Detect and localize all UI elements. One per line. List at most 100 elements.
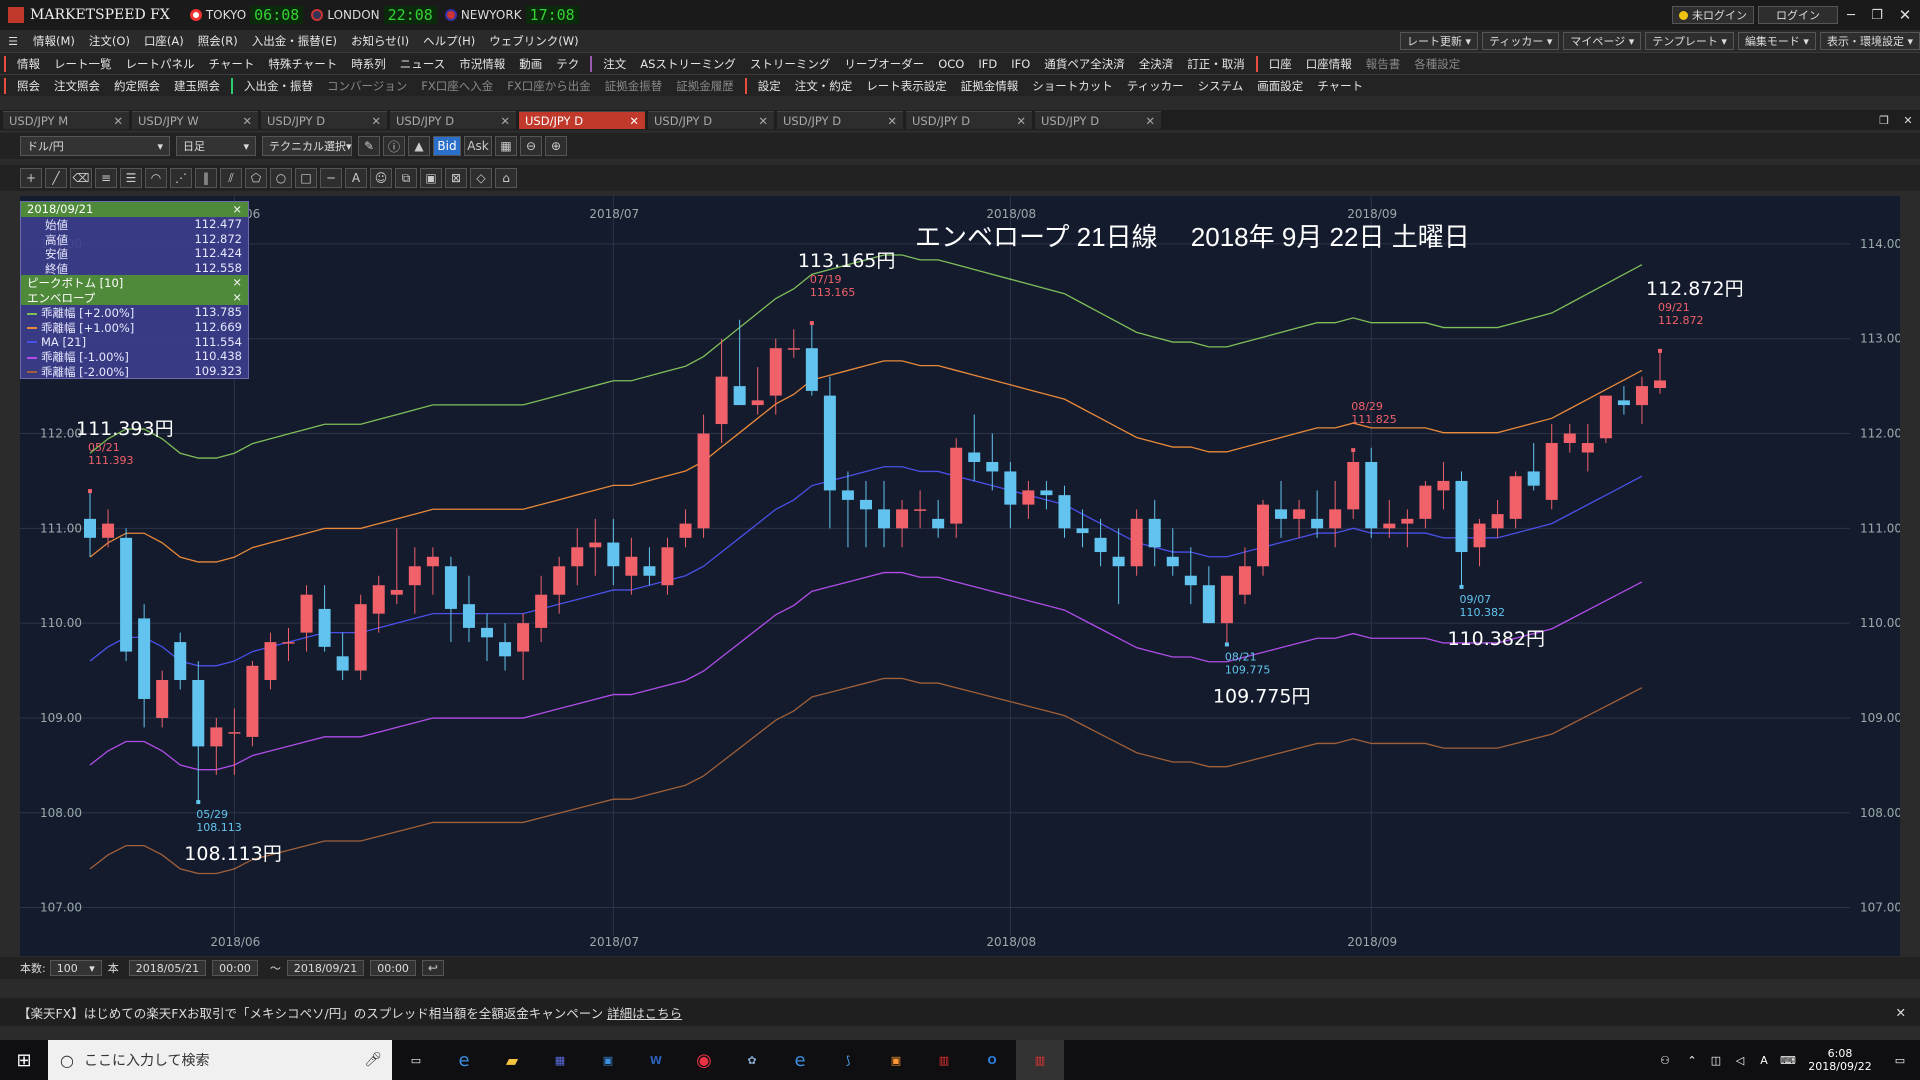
menu-item-2[interactable]: 口座(A)	[137, 33, 191, 49]
login-button[interactable]: ログイン	[1758, 6, 1838, 24]
window-close-icon[interactable]: ✕	[1896, 114, 1920, 127]
count-select[interactable]: 100 ▾	[49, 960, 102, 976]
edge-icon[interactable]: e	[440, 1050, 488, 1071]
toolbar2-item-14[interactable]: ショートカット	[1025, 78, 1120, 94]
feather-icon[interactable]: ⟆	[824, 1054, 872, 1067]
start-icon[interactable]: ⊞	[0, 1050, 48, 1071]
people-icon[interactable]: ⚇	[1650, 1054, 1680, 1067]
right-menu-2[interactable]: マイページ ▾	[1563, 32, 1642, 50]
outlook-icon[interactable]: O	[968, 1054, 1016, 1067]
toolbar1-item-7[interactable]: 市況情報	[452, 56, 512, 72]
bid-button[interactable]: Bid	[433, 136, 461, 156]
marketspeedfx-icon[interactable]: ▥	[1016, 1040, 1064, 1080]
volume-icon[interactable]: ◁	[1728, 1054, 1752, 1067]
tab-8[interactable]: USD/JPY D ✕	[1035, 111, 1161, 129]
tab-close-icon[interactable]: ✕	[242, 114, 252, 128]
to-date[interactable]: 2018/09/21	[286, 960, 365, 976]
shop-icon[interactable]: ▣	[872, 1054, 920, 1067]
toolbar1-item-3[interactable]: チャート	[202, 56, 262, 72]
toolbar1-item-11[interactable]: ASストリーミング	[633, 56, 743, 72]
toolbar2-item-16[interactable]: システム	[1191, 78, 1251, 94]
crosshair-icon[interactable]: +	[20, 168, 42, 188]
tab-5[interactable]: USD/JPY D ✕	[648, 111, 774, 129]
menu-item-7[interactable]: ウェブリンク(W)	[482, 33, 585, 49]
toolbar1-item-15[interactable]: IFD	[971, 57, 1004, 71]
tab-2[interactable]: USD/JPY D ✕	[261, 111, 387, 129]
calc-icon[interactable]: ▦	[536, 1054, 584, 1067]
toolbar2-item-12[interactable]: レート表示設定	[859, 78, 954, 94]
menu-item-1[interactable]: 注文(O)	[82, 33, 137, 49]
edge2-icon[interactable]: e	[776, 1050, 824, 1071]
paste-icon[interactable]: ▣	[420, 168, 442, 188]
search-box[interactable]: ○ ここに入力して検索 🎤︎	[48, 1040, 392, 1080]
hline-icon[interactable]: ─	[320, 168, 342, 188]
toolbar2-item-7[interactable]: FX口座から出金	[500, 78, 598, 94]
erase-all-icon[interactable]: ◇	[470, 168, 492, 188]
toolbar2-item-18[interactable]: チャート	[1310, 78, 1370, 94]
info-close-icon[interactable]: ×	[232, 202, 242, 217]
toolbar2-item-8[interactable]: 証拠金振替	[598, 78, 670, 94]
text-icon[interactable]: A	[345, 168, 367, 188]
info-icon[interactable]: ⓘ	[383, 136, 405, 156]
toolbar1-item-8[interactable]: 動画	[512, 56, 549, 72]
from-date[interactable]: 2018/05/21	[128, 960, 207, 976]
from-time[interactable]: 00:00	[212, 960, 258, 976]
menu-item-0[interactable]: 情報(M)	[26, 33, 82, 49]
right-menu-5[interactable]: 表示・環境設定 ▾	[1819, 32, 1920, 50]
ask-button[interactable]: Ask	[464, 136, 492, 156]
tab-close-icon[interactable]: ✕	[887, 114, 897, 128]
menu-item-3[interactable]: 照会(R)	[191, 33, 245, 49]
copy-icon[interactable]: ⧉	[395, 168, 417, 188]
right-menu-0[interactable]: レート更新 ▾	[1400, 32, 1479, 50]
timeframe-select[interactable]: 日足 ▾	[176, 136, 256, 156]
menu-item-6[interactable]: ヘルプ(H)	[416, 33, 482, 49]
tab-1[interactable]: USD/JPY W ✕	[132, 111, 258, 129]
chevron-up-icon[interactable]: ⌃	[1680, 1054, 1704, 1067]
ime-icon[interactable]: A	[1752, 1054, 1776, 1067]
refresh-icon[interactable]: ↩	[421, 960, 444, 976]
window-restore-icon[interactable]: ❐	[1872, 114, 1896, 127]
vlines-icon[interactable]: ‖	[195, 168, 217, 188]
minimize-icon[interactable]: ─	[1838, 8, 1864, 23]
taskview-icon[interactable]: ▭	[392, 1054, 440, 1067]
to-time[interactable]: 00:00	[370, 960, 416, 976]
toolbar1-item-20[interactable]: 口座	[1262, 56, 1299, 72]
word-icon[interactable]: W	[632, 1054, 680, 1067]
menu-icon[interactable]: ☰	[0, 35, 26, 48]
candlestick-chart[interactable]: 107.00 107.00 108.00 108.00 109.00 109.00 110.…	[20, 196, 1900, 956]
hlines-icon[interactable]: ≡	[95, 168, 117, 188]
tab-3[interactable]: USD/JPY D ✕	[390, 111, 516, 129]
zoom-in-icon[interactable]: ⊕	[545, 136, 567, 156]
toolbar1-item-13[interactable]: リーブオーダー	[837, 56, 931, 72]
tab-close-icon[interactable]: ✕	[1145, 114, 1155, 128]
toolbar1-item-23[interactable]: 各種設定	[1407, 56, 1467, 72]
circle-icon[interactable]: ○	[270, 168, 292, 188]
tab-close-icon[interactable]: ✕	[758, 114, 768, 128]
tab-close-icon[interactable]: ✕	[1016, 114, 1026, 128]
icon-stamp-icon[interactable]: ☺	[370, 168, 392, 188]
marketspeed-icon[interactable]: ▥	[920, 1054, 968, 1067]
right-menu-1[interactable]: ティッカー ▾	[1482, 32, 1560, 50]
eraser-icon[interactable]: ⌫	[70, 168, 92, 188]
tab-0[interactable]: USD/JPY M ✕	[3, 111, 129, 129]
toolbar1-item-1[interactable]: レート一覧	[47, 56, 119, 72]
close-icon[interactable]: ✕	[1890, 6, 1920, 24]
toolbar1-item-5[interactable]: 時系列	[344, 56, 393, 72]
tab-6[interactable]: USD/JPY D ✕	[777, 111, 903, 129]
toolbar2-item-9[interactable]: 証拠金履歴	[669, 78, 741, 94]
peak-close-icon[interactable]: ×	[232, 275, 242, 290]
trendline-icon[interactable]: ╱	[45, 168, 67, 188]
toolbar2-item-0[interactable]: 照会	[10, 78, 47, 94]
tab-close-icon[interactable]: ✕	[629, 114, 639, 128]
notification-icon[interactable]: ▭	[1880, 1054, 1920, 1067]
currency-pair-select[interactable]: ドル/円 ▾	[20, 136, 170, 156]
menu-item-4[interactable]: 入出金・振替(E)	[245, 33, 344, 49]
toolbar1-item-10[interactable]: 注文	[596, 56, 633, 72]
chart-style-icon[interactable]: ▲	[408, 136, 430, 156]
promo-link[interactable]: 詳細はこちら	[607, 1003, 682, 1022]
technical-select[interactable]: テクニカル選択 ▾	[262, 136, 352, 156]
toolbar1-item-21[interactable]: 口座情報	[1299, 56, 1359, 72]
tab-4[interactable]: USD/JPY D ✕	[519, 111, 645, 129]
right-menu-4[interactable]: 編集モード ▾	[1737, 32, 1816, 50]
toolbar2-item-17[interactable]: 画面設定	[1250, 78, 1310, 94]
